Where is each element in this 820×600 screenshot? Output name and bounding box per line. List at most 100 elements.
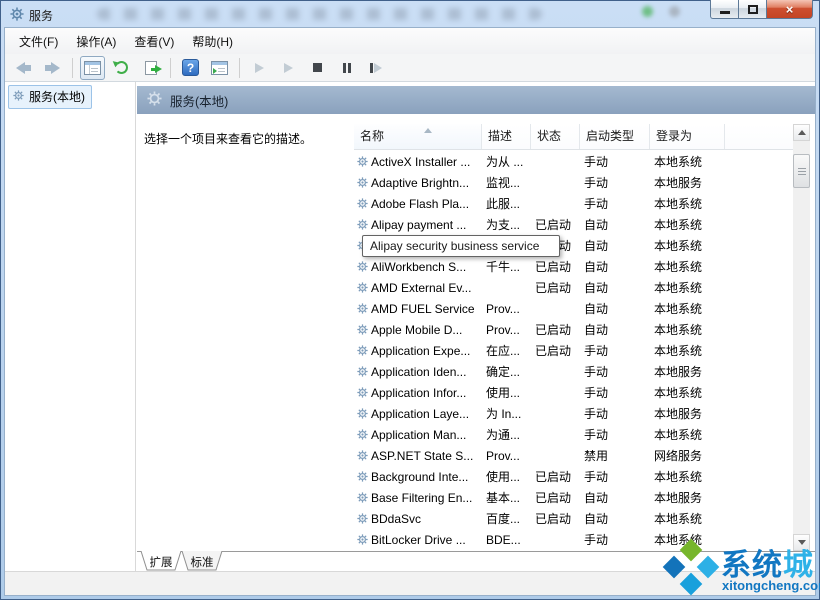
column-header-status[interactable]: 状态 [531,124,580,149]
service-logon-as: 本地服务 [650,489,725,506]
column-header-logon-as[interactable]: 登录为 [650,124,725,149]
table-row[interactable]: Base Filtering En... 基本... 已启动 自动 本地服务 [354,487,793,508]
forward-button[interactable] [40,56,65,80]
pane-header: 服务(本地) [137,86,815,114]
service-logon-as: 本地系统 [650,258,725,275]
table-row[interactable]: BDdaSvc 百度... 已启动 自动 本地系统 [354,508,793,529]
menu-action[interactable]: 操作(A) [67,29,125,54]
table-row[interactable]: Background Inte... 使用... 已启动 手动 本地系统 [354,466,793,487]
restart-service-button[interactable] [363,56,388,80]
table-row[interactable]: Application Laye... 为 In... 手动 本地服务 [354,403,793,424]
service-description: 为通... [482,426,531,443]
stop-service-button[interactable] [305,56,330,80]
service-name: Background Inte... [371,470,482,484]
pause-service-button[interactable] [334,56,359,80]
pause-icon [343,63,351,73]
service-description: BDE... [482,533,531,547]
service-gear-icon [354,345,371,356]
service-startup-type: 自动 [580,216,650,233]
table-row[interactable]: Application Man... 为通... 手动 本地系统 [354,424,793,445]
client-area: 文件(F) 操作(A) 查看(V) 帮助(H) [4,27,816,596]
service-name: AMD External Ev... [371,281,482,295]
scroll-up-button[interactable] [793,124,810,141]
service-description: Prov... [482,323,531,337]
table-row[interactable]: Apple Mobile D... Prov... 已启动 自动 本地系统 [354,319,793,340]
column-header-name[interactable]: 名称 [354,124,482,149]
description-hint: 选择一个项目来查看它的描述。 [144,130,312,147]
service-gear-icon [354,534,371,545]
show-console-tree-button[interactable] [80,56,105,80]
tree-item-services-local[interactable]: 服务(本地) [8,85,92,109]
service-logon-as: 本地服务 [650,174,725,191]
table-row[interactable]: AMD FUEL Service Prov... 自动 本地系统 [354,298,793,319]
service-name: AliWorkbench S... [371,260,482,274]
table-row[interactable]: Application Infor... 使用... 手动 本地系统 [354,382,793,403]
service-logon-as: 本地系统 [650,279,725,296]
maximize-icon [748,5,758,14]
start-service-button[interactable] [247,56,272,80]
window-title: 服务 [29,7,53,24]
vertical-scrollbar[interactable] [793,124,810,551]
table-row[interactable]: Application Expe... 在应... 已启动 手动 本地系统 [354,340,793,361]
table-row[interactable]: AliWorkbench S... 千牛... 已启动 自动 本地系统 [354,256,793,277]
help-button[interactable]: ? [178,56,203,80]
service-description: 千牛... [482,258,531,275]
service-description: 为从 ... [482,153,531,170]
table-row[interactable]: ActiveX Installer ... 为从 ... 手动 本地系统 [354,151,793,172]
service-startup-type: 手动 [580,426,650,443]
close-button[interactable]: × [767,0,813,19]
table-row[interactable]: Alipay payment ... 为支... 已启动 自动 本地系统 [354,214,793,235]
service-logon-as: 本地系统 [650,321,725,338]
refresh-icon [115,61,128,74]
column-header-filler [725,124,793,149]
service-description: 此服... [482,195,531,212]
tab-extended[interactable]: 扩展 [140,551,182,571]
table-row[interactable]: Adaptive Brightn... 监视... 手动 本地服务 [354,172,793,193]
table-row[interactable]: AMD External Ev... 已启动 自动 本地系统 [354,277,793,298]
play-icon [255,63,264,73]
tab-standard[interactable]: 标准 [181,551,223,571]
export-list-button[interactable] [138,56,163,80]
column-header-startup-type[interactable]: 启动类型 [580,124,650,149]
service-description: 为支... [482,216,531,233]
service-startup-type: 手动 [580,153,650,170]
service-gear-icon [354,450,371,461]
service-name: Base Filtering En... [371,491,482,505]
service-startup-type: 手动 [580,174,650,191]
grip-icon [798,167,806,175]
services-gear-icon [13,90,24,104]
service-logon-as: 本地系统 [650,195,725,212]
blurred-icon [669,6,680,17]
export-list-icon [145,61,157,75]
maximize-button[interactable] [739,0,767,19]
service-gear-icon [354,198,371,209]
service-logon-as: 本地系统 [650,342,725,359]
table-row[interactable]: Adobe Flash Pla... 此服... 手动 本地系统 [354,193,793,214]
toolbar-separator [170,58,171,78]
service-gear-icon [354,177,371,188]
menu-view[interactable]: 查看(V) [125,29,183,54]
service-status: 已启动 [531,279,580,296]
show-action-pane-button[interactable] [207,56,232,80]
service-description: Prov... [482,449,531,463]
window-controls: × [710,0,813,19]
service-logon-as: 本地服务 [650,405,725,422]
column-header-description[interactable]: 描述 [482,124,531,149]
table-row[interactable]: Application Iden... 确定... 手动 本地服务 [354,361,793,382]
services-list: 名称 描述 状态 启动类型 登录为 [354,124,810,551]
service-gear-icon [354,324,371,335]
service-logon-as: 网络服务 [650,447,725,464]
table-row[interactable]: ASP.NET State S... Prov... 禁用 网络服务 [354,445,793,466]
services-pane: 服务(本地) 选择一个项目来查看它的描述。 名称 描述 状态 启动类型 登录为 [137,82,815,571]
service-startup-type: 自动 [580,300,650,317]
resume-service-button[interactable] [276,56,301,80]
service-gear-icon [354,366,371,377]
menu-help[interactable]: 帮助(H) [183,29,242,54]
service-name: Adobe Flash Pla... [371,197,482,211]
refresh-button[interactable] [109,56,134,80]
help-icon: ? [182,59,199,76]
menu-file[interactable]: 文件(F) [10,29,67,54]
minimize-button[interactable] [710,0,739,19]
back-button[interactable] [11,56,36,80]
scrollbar-thumb[interactable] [793,154,810,188]
